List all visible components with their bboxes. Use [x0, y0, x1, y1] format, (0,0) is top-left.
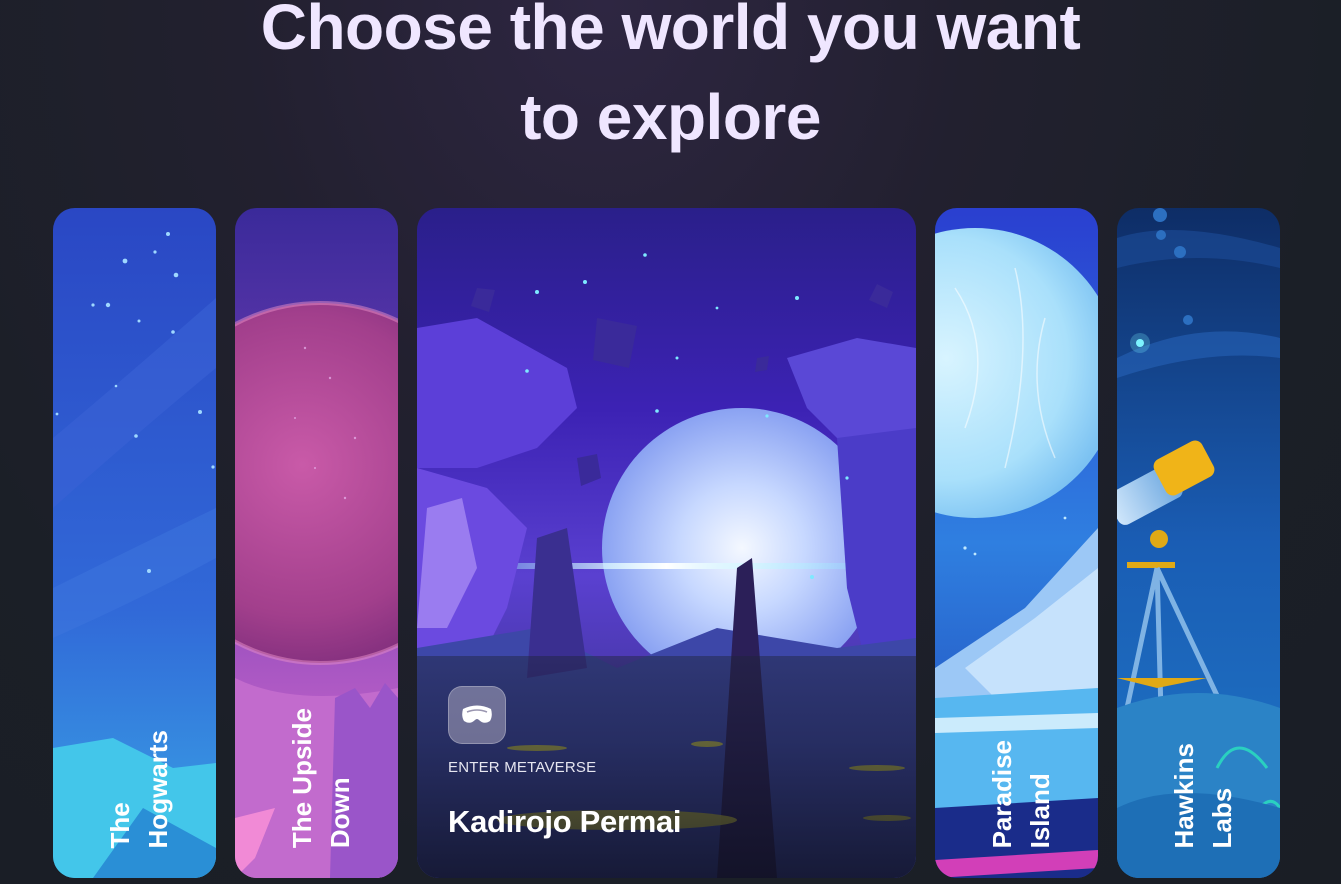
headline-line-2: to explore: [520, 81, 821, 153]
world-card-upside-down[interactable]: The Upside Down: [235, 208, 398, 878]
world-card-hawkins-labs[interactable]: Hawkins Labs: [1117, 208, 1280, 878]
page-headline: Choose the world you want to explore: [0, 0, 1341, 162]
world-label: Paradise Island: [987, 739, 1055, 848]
vr-headset-icon: [448, 686, 506, 744]
world-card-paradise-island[interactable]: Paradise Island: [935, 208, 1098, 878]
world-title: Kadirojo Permai: [448, 804, 682, 839]
world-card-hogwarts[interactable]: The Hogwarts: [53, 208, 216, 878]
world-card-kadirojo-permai[interactable]: ENTER METAVERSE Kadirojo Permai: [417, 208, 916, 878]
world-label: The Upside Down: [287, 707, 355, 848]
enter-metaverse-label: ENTER METAVERSE: [448, 759, 597, 776]
headline-line-1: Choose the world you want: [260, 0, 1081, 63]
world-label: The Hogwarts: [105, 729, 173, 848]
world-label: Hawkins Labs: [1169, 742, 1237, 849]
